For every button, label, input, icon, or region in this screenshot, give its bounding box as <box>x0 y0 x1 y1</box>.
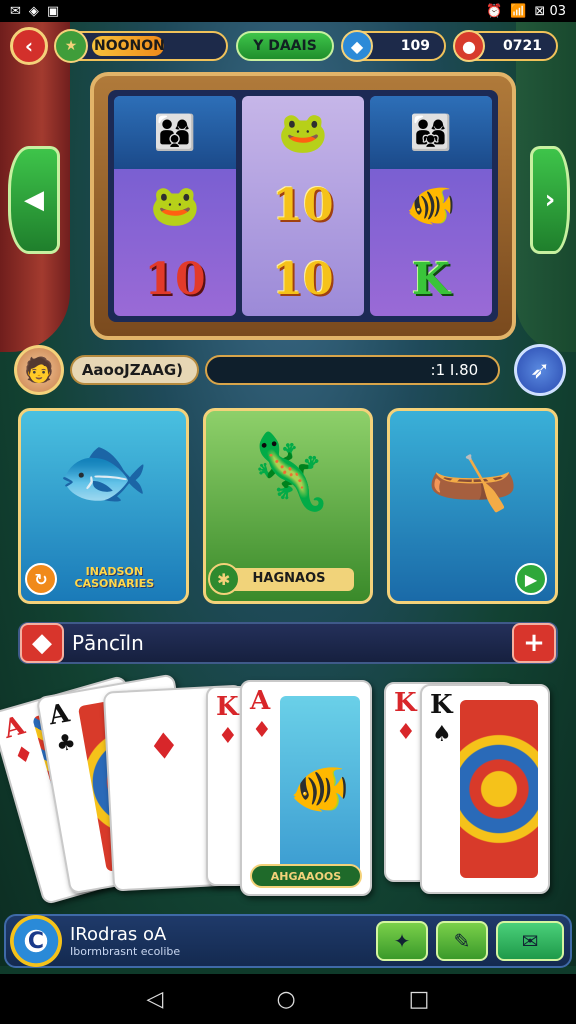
reel-symbol: 10 <box>144 253 206 305</box>
wifi-icon: 📶 <box>510 3 527 19</box>
back-arrow-icon: ‹ <box>24 34 34 58</box>
compass-button[interactable]: ➶ <box>514 344 566 396</box>
gems-counter[interactable]: ◆ 109 <box>341 30 446 62</box>
back-button[interactable]: ‹ <box>10 27 48 65</box>
reel-symbol: 🐠 <box>406 183 456 230</box>
edit-icon: ✎ <box>453 929 471 953</box>
player-name: NOONON <box>94 38 165 54</box>
chevron-right-icon: › <box>544 185 556 215</box>
nav-back-icon[interactable]: ◁ <box>147 987 164 1012</box>
game-cards: 🐟 INADSON CASONARIES ↻ 🦎 HAGNAOS ✱ 🛶 ▶ <box>18 408 559 604</box>
card-rank: A <box>250 686 271 716</box>
sparkle-button[interactable]: ✦ <box>376 921 428 961</box>
card-suit: ♦ <box>252 718 272 743</box>
card-suit: ♦ <box>396 720 416 745</box>
reel-symbol: K <box>411 253 451 305</box>
refresh-icon[interactable]: ↻ <box>25 563 57 595</box>
play-icon[interactable]: ▶ <box>515 563 548 595</box>
card-rank: K <box>394 688 417 718</box>
reel-2: 🐸 10 10 <box>242 96 364 316</box>
bottom-bar-title: IRodras oA <box>70 924 167 945</box>
bottom-bar: C IRodras oA Ibormbrasnt ecolibe ✦ ✎ ✉ <box>4 914 572 968</box>
card-rank: A <box>0 710 29 746</box>
reel-1: 👨‍👩‍👦 🐸 10 <box>114 96 236 316</box>
next-arrow-button[interactable]: › <box>530 146 570 254</box>
status-bar: ✉ ◈ ▣ ⏰ 📶 ⊠ 03 <box>0 0 576 22</box>
playing-card-featured[interactable]: A ♦ 🐠 AHGAAOOS <box>240 680 372 896</box>
previous-arrow-button[interactable]: ◀ <box>8 146 60 254</box>
app-logo-icon[interactable]: C <box>10 915 62 967</box>
status-right-text: ⊠ 03 <box>534 3 566 19</box>
lizard-art-icon: 🦎 <box>241 429 335 515</box>
section-header: ◆ Pāncīln + <box>18 622 558 664</box>
player-info-row: 🧑 AaooJZAAG) :1 I.80 ➶ <box>14 344 566 396</box>
card-suit: ♠ <box>432 722 452 747</box>
fish-art-icon: 🐟 <box>57 429 150 515</box>
slot-machine-frame: 👨‍👩‍👦 🐸 10 🐸 10 10 👨‍👩‍👧 🐠 K <box>90 72 516 340</box>
coins-counter[interactable]: ● 0721 <box>453 30 558 62</box>
nav-home-icon[interactable]: ○ <box>276 987 295 1012</box>
diamond-icon: ◆ <box>32 628 52 658</box>
player-level-pill[interactable]: ★ NOONON <box>54 29 228 63</box>
card-suit: ♦ <box>146 725 182 769</box>
level-badge-icon: ★ <box>54 29 88 63</box>
reel-3: 👨‍👩‍👧 🐠 K <box>370 96 492 316</box>
section-title: Pāncīln <box>72 631 144 655</box>
score-display: :1 I.80 <box>205 355 501 385</box>
app-icon: ◈ <box>28 3 39 19</box>
reel-symbol: 👨‍👩‍👧 <box>370 96 492 170</box>
bottom-bar-text: IRodras oA Ibormbrasnt ecolibe <box>70 924 294 958</box>
coin-icon: ● <box>453 30 485 62</box>
card-rank: A <box>46 698 72 732</box>
compass-icon: ➶ <box>530 356 551 384</box>
reel-symbol: 🐸 <box>278 110 328 157</box>
section-icon-button[interactable]: ◆ <box>20 623 64 663</box>
boat-art-icon: 🛶 <box>426 429 519 515</box>
badge-icon: ✱ <box>207 563 240 595</box>
playing-card[interactable]: K ♠ <box>420 684 550 894</box>
nav-recents-icon[interactable]: □ <box>409 987 430 1012</box>
player-tag: AaooJZAAG) <box>69 355 200 385</box>
mode-label: Y DAAIS <box>253 38 317 54</box>
reel-symbol: 👨‍👩‍👦 <box>114 96 236 170</box>
coins-value: 0721 <box>503 38 542 54</box>
card-rank: K <box>430 690 453 720</box>
mode-button[interactable]: Y DAAIS <box>236 31 334 61</box>
add-button[interactable]: + <box>512 623 556 663</box>
mail-button[interactable]: ✉ <box>496 921 564 961</box>
game-card-boat[interactable]: 🛶 ▶ <box>387 408 559 604</box>
game-card-fishing[interactable]: 🐟 INADSON CASONARIES ↻ <box>18 408 189 604</box>
card-suit: ♦ <box>218 724 238 749</box>
mail-icon: ✉ <box>521 929 539 953</box>
gem-icon: ◆ <box>341 30 373 62</box>
plus-icon: + <box>523 628 545 658</box>
slot-reels[interactable]: 👨‍👩‍👦 🐸 10 🐸 10 10 👨‍👩‍👧 🐠 K <box>108 90 498 322</box>
card-label: AHGAAOOS <box>250 864 362 888</box>
app-icon-2: ▣ <box>46 3 60 19</box>
card-rank: K <box>216 692 239 722</box>
game-card-lizard[interactable]: 🦎 HAGNAOS ✱ <box>202 408 374 604</box>
card-art <box>460 700 538 878</box>
gems-value: 109 <box>400 38 430 54</box>
edit-button[interactable]: ✎ <box>436 921 488 961</box>
card-suit: ♣ <box>54 729 78 758</box>
top-bar: ‹ ★ NOONON Y DAAIS ◆ 109 ● 0721 <box>10 27 566 65</box>
alarm-icon: ⏰ <box>486 3 503 19</box>
avatar[interactable]: 🧑 <box>14 345 64 395</box>
game-card-label: INADSON CASONARIES <box>74 564 155 591</box>
game-card-label: HAGNAOS <box>223 568 355 591</box>
avatar-face-icon: 🧑 <box>23 356 54 384</box>
chevron-left-icon: ◀ <box>24 185 44 215</box>
navigation-bar: ◁ ○ □ <box>0 974 576 1024</box>
reel-symbol: 10 <box>272 253 334 305</box>
reel-symbol: 🐸 <box>150 183 200 230</box>
notification-icon: ✉ <box>10 3 21 19</box>
fish-card-art-icon: 🐠 <box>280 696 360 880</box>
sparkle-icon: ✦ <box>393 929 411 953</box>
bottom-bar-subtitle: Ibormbrasnt ecolibe <box>70 945 181 958</box>
card-suit: ♦ <box>11 740 38 771</box>
reel-symbol: 10 <box>272 180 334 232</box>
